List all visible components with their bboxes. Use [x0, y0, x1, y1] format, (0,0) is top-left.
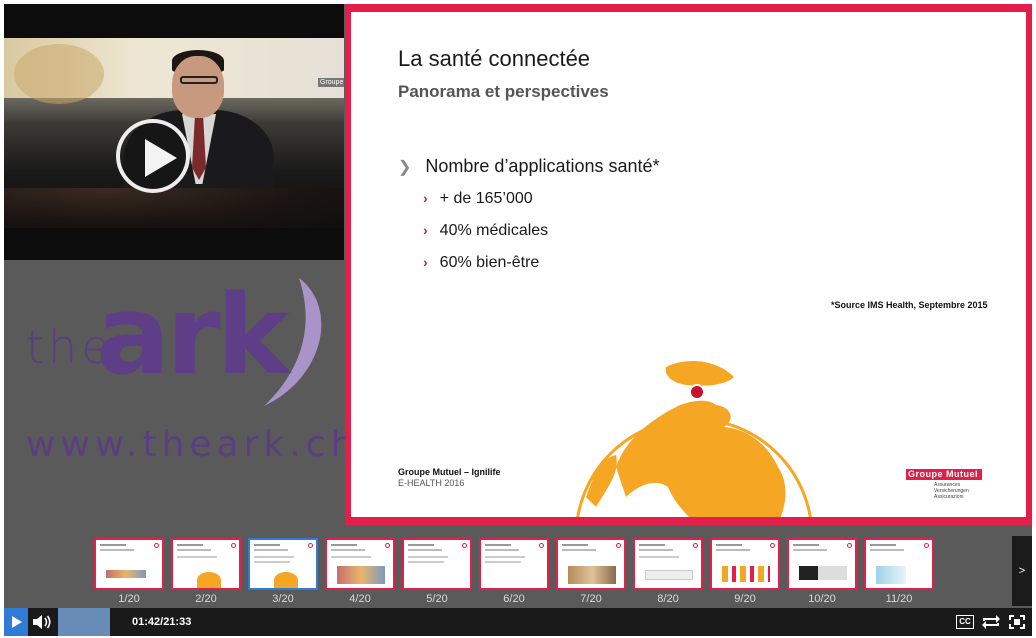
- play-overlay-button[interactable]: [116, 119, 190, 193]
- thumbnail-label: 1/20: [118, 593, 140, 605]
- sub-bullet: › 40% médicales: [423, 222, 549, 239]
- slide-thumbnail[interactable]: [864, 538, 934, 590]
- chevron-right-icon: ❯: [398, 159, 412, 176]
- slide-thumbnail[interactable]: [556, 538, 626, 590]
- slide-thumbnail[interactable]: [325, 538, 395, 590]
- chevron-right-icon: ›: [423, 254, 428, 270]
- play-icon: [12, 616, 22, 628]
- video-player: Groupe the ark www.theark.ch La santé co…: [4, 4, 1032, 636]
- slide-subtitle: Panorama et perspectives: [398, 82, 609, 101]
- thumbnail-label: 11/20: [885, 593, 913, 605]
- slide-thumbnail-strip: 1/20 2/20 3/20 4/20 5/20 6/20 7/20 8/20 …: [4, 530, 1032, 608]
- thumbnail-label: 6/20: [503, 593, 525, 605]
- thumbnail-label: 7/20: [580, 593, 602, 605]
- thumbnails-next-button[interactable]: >: [1012, 536, 1032, 606]
- slide-thumbnail[interactable]: [479, 538, 549, 590]
- main-bullet: ❯ Nombre d’applications santé*: [398, 156, 660, 176]
- slide-footer-subtitle: E-HEALTH 2016: [398, 478, 465, 488]
- thumbnail-label: 5/20: [426, 593, 448, 605]
- volume-icon[interactable]: [32, 614, 52, 630]
- slide-source-note: *Source IMS Health, Septembre 2015: [831, 300, 988, 310]
- thumbnail-label: 8/20: [657, 593, 679, 605]
- thumbnail-label: 4/20: [349, 593, 371, 605]
- fullscreen-icon[interactable]: [1008, 614, 1026, 630]
- progress-fill: [58, 608, 110, 636]
- sub-bullet: › 60% bien-être: [423, 254, 540, 271]
- brand-url: www.theark.ch: [26, 424, 359, 465]
- chevron-right-icon: ›: [423, 190, 428, 206]
- presentation-slide: La santé connectée Panorama et perspecti…: [345, 4, 1032, 525]
- theark-branding: the ark www.theark.ch: [4, 260, 353, 536]
- speaker-video[interactable]: Groupe: [4, 4, 344, 260]
- play-button[interactable]: [4, 608, 28, 636]
- play-circle-icon: [145, 139, 177, 177]
- loop-icon[interactable]: [980, 612, 1002, 632]
- closed-captions-button[interactable]: CC: [956, 615, 974, 629]
- slide-thumbnail[interactable]: [710, 538, 780, 590]
- slide-title: La santé connectée: [398, 46, 591, 71]
- player-control-bar: 01:42/21:33 CC: [4, 608, 1032, 636]
- chevron-right-icon: ›: [423, 222, 428, 238]
- progress-bar[interactable]: [58, 608, 110, 636]
- globe-illustration: [576, 361, 812, 517]
- thumbnail-label: 2/20: [195, 593, 217, 605]
- slide-footer-title: Groupe Mutuel – Ignilife: [398, 467, 501, 477]
- slide-thumbnail[interactable]: [787, 538, 857, 590]
- sub-bullet: › + de 165’000: [423, 190, 533, 207]
- slide-thumbnail-active[interactable]: [248, 538, 318, 590]
- time-display: 01:42/21:33: [132, 616, 192, 628]
- thumbnail-label: 9/20: [734, 593, 756, 605]
- slide-thumbnail[interactable]: [94, 538, 164, 590]
- slide-thumbnail[interactable]: [402, 538, 472, 590]
- thumbnail-label: 3/20: [272, 593, 294, 605]
- video-corner-logo: Groupe: [318, 78, 344, 87]
- slide-thumbnail[interactable]: [633, 538, 703, 590]
- groupe-mutuel-logo: Groupe Mutuel Assurances Versicherungen …: [906, 467, 991, 500]
- slide-thumbnail[interactable]: [171, 538, 241, 590]
- thumbnail-label: 10/20: [808, 593, 836, 605]
- brand-ark: ark: [96, 271, 290, 399]
